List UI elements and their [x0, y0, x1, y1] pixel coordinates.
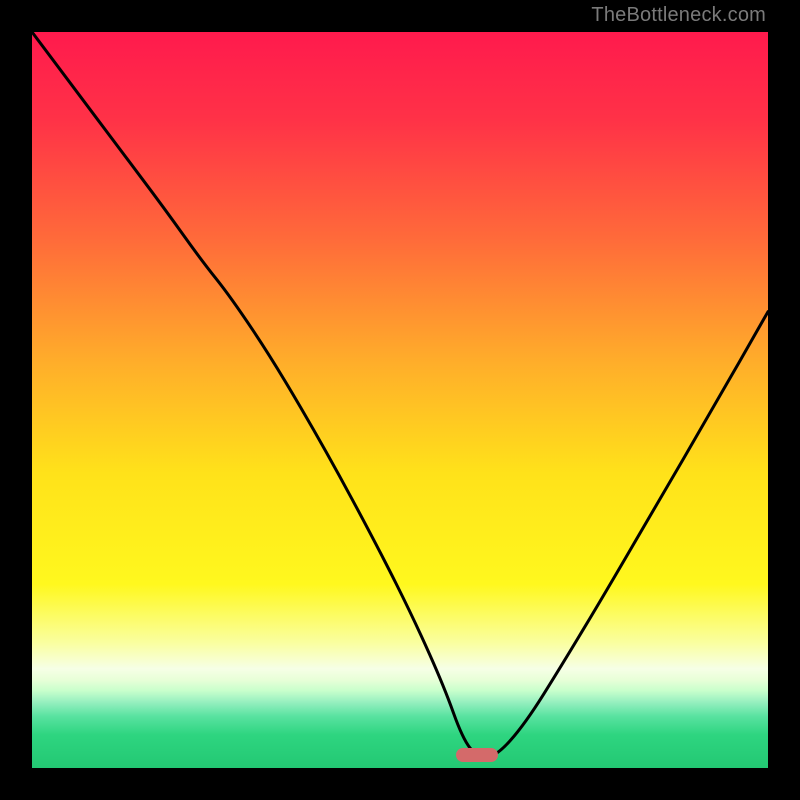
- chart-frame: TheBottleneck.com: [0, 0, 800, 800]
- plot-area: [32, 32, 768, 768]
- bottleneck-curve: [32, 32, 768, 768]
- watermark-text: TheBottleneck.com: [591, 4, 766, 27]
- optimum-marker: [456, 748, 498, 762]
